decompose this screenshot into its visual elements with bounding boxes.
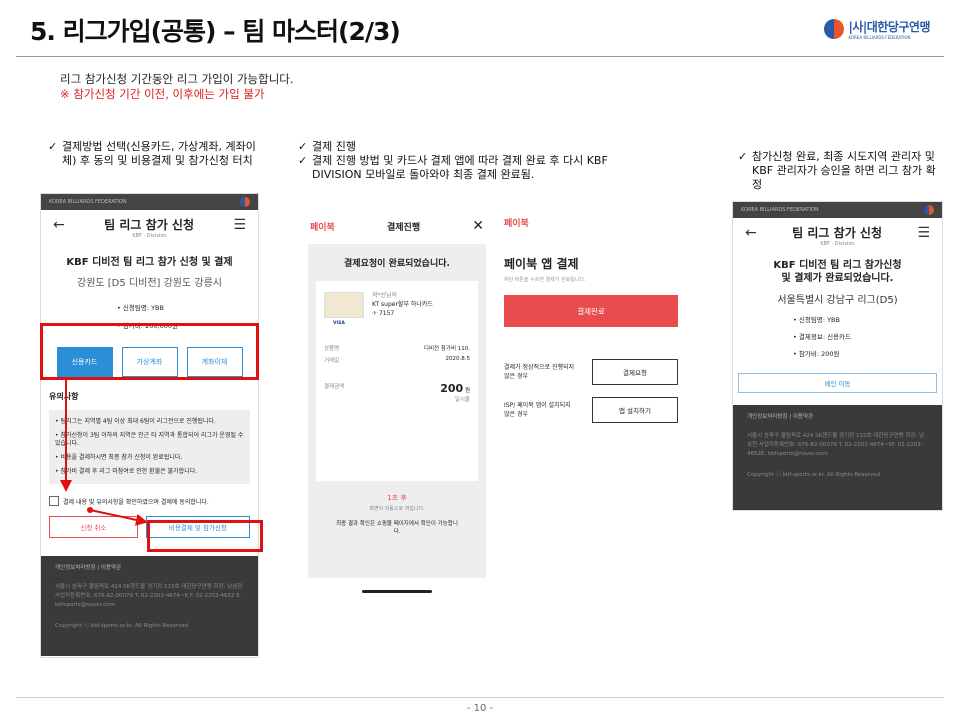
back-arrow-icon[interactable]: ←: [745, 225, 757, 241]
main-button[interactable]: 메인 이동: [738, 373, 937, 393]
home-indicator: [362, 590, 432, 593]
card-name: KT super할부 하나카드: [372, 301, 433, 308]
app-pay-sub: 하단 버튼을 누르면 결제가 완료됩니다.: [504, 277, 586, 283]
done-message: 결제요청이 완료되었습니다.: [344, 259, 450, 269]
screen-payment-progress: 페이북 결제진행 ✕ 결제요청이 완료되었습니다. VISA 곽*선님의 KT …: [300, 208, 494, 593]
screen-paybook-app: 페이북 페이북 앱 결제 하단 버튼을 누르면 결제가 완료됩니다. 결제완료 …: [502, 208, 690, 448]
date-value: 2020.8.5: [445, 356, 471, 362]
complete-heading: KBF 디비전 팀 리그 참가신청 및 결제가 완료되었습니다.: [733, 259, 942, 285]
card-owner: 곽*선님의: [372, 292, 398, 299]
install-app-button[interactable]: 앱 설치하기: [592, 397, 678, 423]
final-message: 최종 결과 확인은 쇼핑몰 페이지에서 확인이 가능합니다.: [336, 521, 458, 535]
card-number: ✈ 7157: [372, 310, 395, 317]
top-bar: KOREA BILLIARDS FEDERATION: [733, 202, 942, 218]
footer-copyright: Copyright ⓒ kbf.sports.or.kr. All Rights…: [747, 472, 881, 478]
footer: 개인정보처리방침 | 이용약관 서울시 송파구 올림픽로 424 SK핸드볼 경…: [733, 405, 942, 510]
nav-subtitle: KBF · Division: [820, 241, 855, 247]
footer-divider: [16, 697, 944, 698]
row2-label: ISP/ 페이북 앱이 설치되지 않은 경우: [504, 402, 571, 418]
retry-payment-button[interactable]: 결제요청: [592, 359, 678, 385]
amount-value: 200: [440, 382, 464, 395]
page-number: - 10 -: [466, 703, 494, 714]
installment: 일시불: [454, 397, 470, 403]
footer-links[interactable]: 개인정보처리방침 | 이용약관: [747, 413, 928, 422]
complete-heading-2: 및 결제가 완료되었습니다.: [781, 273, 894, 284]
paybook-brand: 페이북: [310, 222, 335, 233]
paybook-brand: 페이북: [504, 219, 529, 229]
product-value: 디비전 참가비 110.: [423, 346, 470, 352]
team-name: • 신청팀명: YBB: [793, 316, 840, 324]
screen-complete: KOREA BILLIARDS FEDERATION ← 팀 리그 참가 신청 …: [732, 201, 943, 511]
hamburger-menu-icon[interactable]: ☰: [917, 225, 930, 241]
fee: • 참가비: 200원: [793, 350, 840, 358]
top-bar-text: KOREA BILLIARDS FEDERATION: [741, 207, 819, 213]
logo-icon: [924, 205, 934, 215]
countdown: 1초 후: [387, 494, 407, 502]
amount-label: 결제금액: [324, 384, 345, 390]
close-icon[interactable]: ✕: [472, 218, 484, 234]
date-label: 거래일: [324, 358, 340, 364]
footer-address: 서울시 송파구 올림픽로 424 SK핸드볼 경기장 115호 대한당구연맹 회…: [747, 433, 925, 457]
amount-unit: 원: [464, 388, 470, 394]
visa-icon: VISA: [333, 320, 345, 326]
confirm-payment-button[interactable]: 결제완료: [504, 295, 678, 327]
region: 서울특별시 강남구 리그(D5): [777, 295, 898, 306]
countdown-sub: 화면이 자동으로 꺼집니다.: [369, 506, 425, 512]
arrow-right: [89, 509, 148, 526]
pay-info: • 결제정보: 신용카드: [793, 333, 852, 341]
product-label: 상품명: [324, 346, 340, 352]
app-pay-title: 페이북 앱 결제: [504, 257, 579, 271]
nav-title: 팀 리그 참가 신청: [792, 226, 882, 240]
complete-heading-1: KBF 디비전 팀 리그 참가신청: [773, 260, 902, 271]
progress-header: 결제진행: [386, 222, 421, 233]
card-image: VISA: [324, 291, 364, 326]
row1-label: 결제가 정상적으로 진행되지 않은 경우: [504, 364, 575, 380]
